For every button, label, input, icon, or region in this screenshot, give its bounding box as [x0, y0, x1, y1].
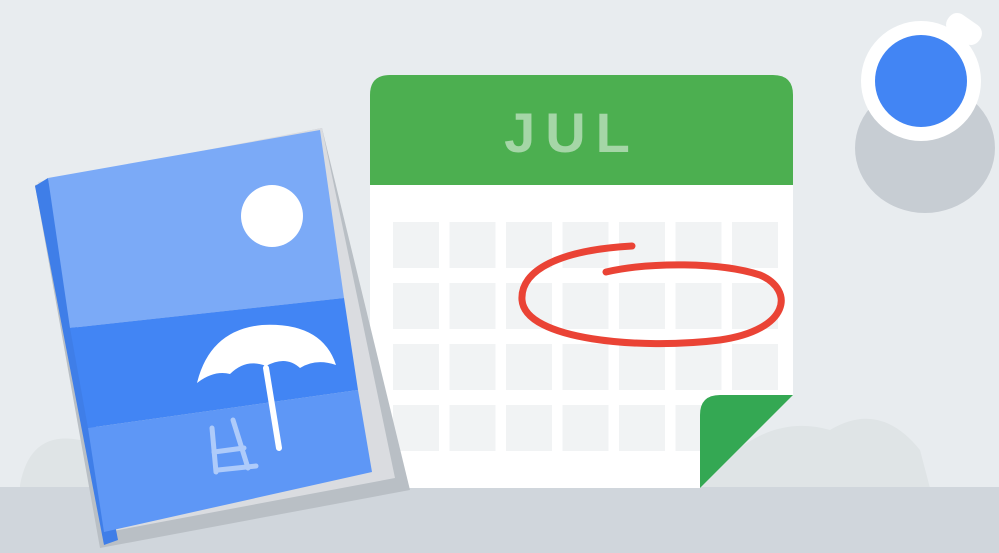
coffee: [875, 35, 967, 127]
calendar-day-cell: [393, 222, 439, 268]
sun-icon: [241, 185, 303, 247]
calendar-day-cell: [393, 405, 439, 451]
calendar-day-cell: [506, 405, 552, 451]
calendar-day-cell: [449, 283, 496, 329]
calendar-day-cell: [562, 222, 609, 268]
calendar-day-cell: [449, 222, 496, 268]
calendar-month: JUL: [504, 101, 640, 164]
vacation-illustration: JUL: [0, 0, 999, 553]
calendar-day-cell: [619, 283, 665, 329]
calendar-day-cell: [506, 344, 552, 390]
calendar-day-cell: [732, 344, 778, 390]
calendar-day-cell: [449, 344, 496, 390]
calendar-day-cell: [675, 222, 722, 268]
calendar-day-cell: [562, 405, 609, 451]
calendar-day-cell: [562, 344, 609, 390]
calendar-day-cell: [675, 344, 722, 390]
calendar-day-cell: [619, 405, 665, 451]
calendar-day-cell: [393, 283, 439, 329]
calendar-day-cell: [562, 283, 609, 329]
calendar-day-cell: [449, 405, 496, 451]
calendar-day-cell: [619, 344, 665, 390]
calendar-day-cell: [675, 283, 722, 329]
calendar-illustration: JUL: [370, 75, 793, 488]
calendar-day-cell: [393, 344, 439, 390]
calendar-day-cell: [732, 222, 778, 268]
calendar-day-cell: [506, 222, 552, 268]
